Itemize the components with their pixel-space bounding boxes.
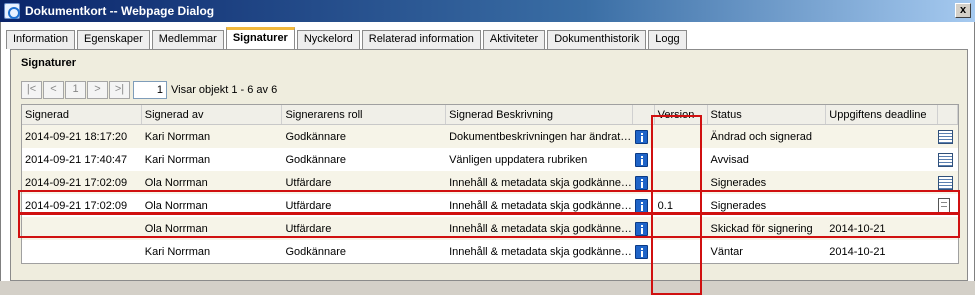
header-signerad-av[interactable]: Signerad av xyxy=(142,105,283,124)
cell-deadline xyxy=(826,194,938,217)
tab-medlemmar[interactable]: Medlemmar xyxy=(151,30,224,49)
signatures-grid: Signerad Signerad av Signerarens roll Si… xyxy=(21,104,959,264)
cell-deadline xyxy=(826,171,938,194)
page-input[interactable]: 1 xyxy=(133,81,167,99)
info-icon[interactable] xyxy=(634,129,648,144)
cell-signerad-av: Ola Norrman xyxy=(144,199,208,212)
cell-status: Väntar xyxy=(710,245,743,258)
cell-signerad-av: Kari Norrman xyxy=(144,130,211,143)
table-row[interactable]: Kari Norrman Godkännare Innehåll & metad… xyxy=(22,240,958,263)
first-page-button[interactable]: |< xyxy=(21,81,42,99)
header-info-spacer xyxy=(633,105,655,124)
header-signerad[interactable]: Signerad xyxy=(22,105,142,124)
tab-aktiviteter[interactable]: Aktiviteter xyxy=(482,30,546,49)
cell-version xyxy=(655,217,708,240)
cell-deadline: 2014-10-21 xyxy=(829,222,886,235)
last-page-button[interactable]: >| xyxy=(109,81,130,99)
panel-title: Signaturer xyxy=(21,57,77,69)
header-action-spacer xyxy=(938,105,958,124)
empty-action-cell xyxy=(938,240,958,263)
dialog-body: Information Egenskaper Medlemmar Signatu… xyxy=(0,22,975,295)
cell-beskrivning: Vänligen uppdatera rubriken xyxy=(449,153,588,166)
cell-signerad-av: Kari Norrman xyxy=(144,153,211,166)
cell-signerad: 2014-09-21 17:02:09 xyxy=(25,176,128,189)
ie-icon xyxy=(4,3,20,19)
tab-logg[interactable]: Logg xyxy=(648,30,687,49)
table-row[interactable]: Ola Norrman Utfärdare Innehåll & metadat… xyxy=(22,217,958,240)
table-row[interactable]: 2014-09-21 17:40:47 Kari Norrman Godkänn… xyxy=(22,148,958,171)
cell-beskrivning: Innehåll & metadata skja godkänne… xyxy=(449,222,632,235)
grid-header: Signerad Signerad av Signerarens roll Si… xyxy=(22,105,958,125)
cell-deadline xyxy=(826,148,938,171)
cell-roll: Utfärdare xyxy=(285,176,332,189)
grid-icon[interactable] xyxy=(938,152,954,167)
pager-summary: Visar objekt 1 - 6 av 6 xyxy=(171,84,278,96)
cell-signerad-av: Ola Norrman xyxy=(144,176,208,189)
header-status[interactable]: Status xyxy=(708,105,827,124)
cell-version xyxy=(655,148,708,171)
cell-deadline xyxy=(826,125,938,148)
header-beskrivning[interactable]: Signerad Beskrivning xyxy=(446,105,633,124)
grid-icon[interactable] xyxy=(938,175,954,190)
tab-information[interactable]: Information xyxy=(6,30,76,49)
document-icon[interactable] xyxy=(938,198,951,213)
tab-egenskaper[interactable]: Egenskaper xyxy=(77,30,150,49)
page-number-button[interactable]: 1 xyxy=(65,81,86,99)
cell-roll: Godkännare xyxy=(285,245,346,258)
cell-roll: Godkännare xyxy=(285,130,346,143)
cell-status: Ändrad och signerad xyxy=(710,130,813,143)
cell-version: 0.1 xyxy=(657,199,673,212)
cell-beskrivning: Dokumentbeskrivningen har ändrat… xyxy=(449,130,632,143)
cell-roll: Utfärdare xyxy=(285,199,332,212)
cell-signerad-av: Kari Norrman xyxy=(144,245,211,258)
signaturer-panel: Signaturer |< < 1 > >| 1 Visar objekt 1 … xyxy=(10,49,968,295)
window-title: Dokumentkort -- Webpage Dialog xyxy=(25,4,215,18)
empty-action-cell xyxy=(938,217,958,240)
cell-status: Signerades xyxy=(710,199,767,212)
cell-beskrivning: Innehåll & metadata skja godkänne… xyxy=(449,176,632,189)
header-version[interactable]: Version xyxy=(655,105,708,124)
header-roll[interactable]: Signerarens roll xyxy=(282,105,447,124)
cell-roll: Utfärdare xyxy=(285,222,332,235)
tab-dokumenthistorik[interactable]: Dokumenthistorik xyxy=(547,30,647,49)
cell-beskrivning: Innehåll & metadata skja godkänne… xyxy=(449,199,632,212)
table-row[interactable]: 2014-09-21 17:02:09 Ola Norrman Utfärdar… xyxy=(22,171,958,194)
info-icon[interactable] xyxy=(634,244,648,259)
info-icon[interactable] xyxy=(634,152,648,167)
cell-signerad: 2014-09-21 17:02:09 xyxy=(25,199,128,212)
next-page-button[interactable]: > xyxy=(87,81,108,99)
info-icon[interactable] xyxy=(634,198,648,213)
cell-status: Signerades xyxy=(710,176,767,189)
cell-signerad: 2014-09-21 18:17:20 xyxy=(25,130,128,143)
cell-version xyxy=(655,240,708,263)
tab-nyckelord[interactable]: Nyckelord xyxy=(296,30,360,49)
info-icon[interactable] xyxy=(634,175,648,190)
cell-beskrivning: Innehåll & metadata skja godkänne… xyxy=(449,245,632,258)
table-row[interactable]: 2014-09-21 18:17:20 Kari Norrman Godkänn… xyxy=(22,125,958,148)
cell-signerad xyxy=(22,217,142,240)
tab-relaterad-information[interactable]: Relaterad information xyxy=(361,30,481,49)
tab-signaturer[interactable]: Signaturer xyxy=(225,27,295,49)
cell-status: Skickad för signering xyxy=(710,222,813,235)
pager: |< < 1 > >| 1 Visar objekt 1 - 6 av 6 xyxy=(21,81,277,99)
cell-signerad-av: Ola Norrman xyxy=(144,222,208,235)
cell-signerad: 2014-09-21 17:40:47 xyxy=(25,153,128,166)
cell-deadline: 2014-10-21 xyxy=(829,245,886,258)
close-button[interactable]: x xyxy=(955,3,971,18)
title-bar: Dokumentkort -- Webpage Dialog x xyxy=(0,0,975,22)
cell-status: Avvisad xyxy=(710,153,749,166)
info-icon[interactable] xyxy=(634,221,648,236)
cell-version xyxy=(655,125,708,148)
cell-roll: Godkännare xyxy=(285,153,346,166)
cell-version xyxy=(655,171,708,194)
table-row[interactable]: 2014-09-21 17:02:09 Ola Norrman Utfärdar… xyxy=(22,194,958,217)
tab-strip: Information Egenskaper Medlemmar Signatu… xyxy=(6,27,689,49)
grid-icon[interactable] xyxy=(938,129,954,144)
header-deadline[interactable]: Uppgiftens deadline xyxy=(826,105,939,124)
prev-page-button[interactable]: < xyxy=(43,81,64,99)
cell-signerad xyxy=(22,240,142,263)
